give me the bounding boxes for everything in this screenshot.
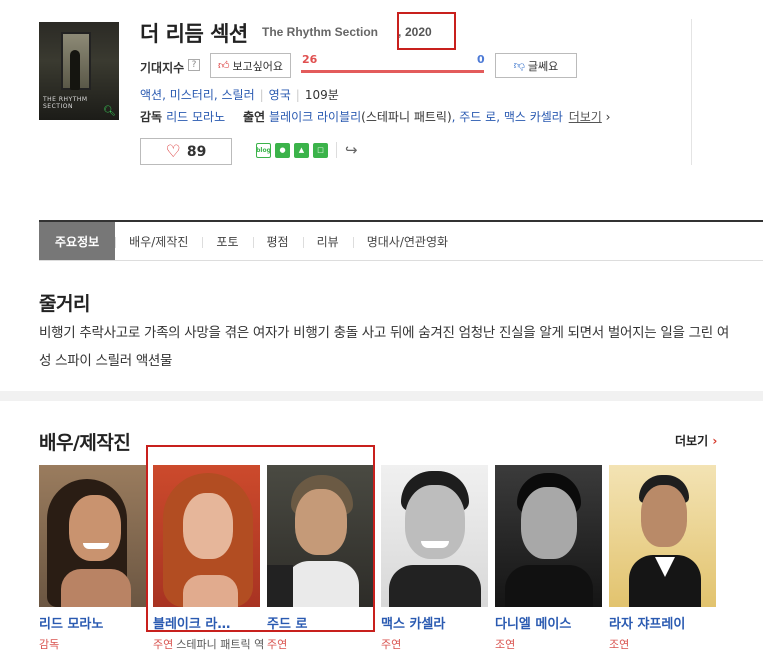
role-type: 감독 — [39, 638, 60, 651]
cast-name[interactable]: 다니엘 메이스 — [495, 613, 602, 632]
runtime: 109분 — [304, 88, 339, 102]
lead-role: (스테파니 패트릭) — [361, 110, 452, 124]
cast-role: 주연 — [381, 636, 488, 652]
cast-card[interactable]: 다니엘 메이스 조연 — [495, 465, 602, 652]
want-count: 26 — [302, 53, 318, 66]
zoom-icon[interactable]: 🔍︎ — [103, 106, 116, 117]
lead-actor-link[interactable]: 블레이크 라이블리 — [269, 110, 361, 124]
movie-title-english: The Rhythm Section — [262, 25, 379, 39]
tab-review[interactable]: 리뷰 — [302, 222, 353, 260]
movie-title-korean: 더 리듬 섹션 — [140, 22, 248, 46]
cast-section-title: 배우/제작진 — [39, 432, 131, 454]
cast-role: 조연 — [609, 636, 716, 652]
tab-rating[interactable]: 평점 — [252, 222, 303, 260]
band-share-icon[interactable]: ▲ — [294, 142, 309, 158]
divider: | — [259, 88, 264, 102]
header-divider — [691, 19, 692, 165]
cast-card[interactable]: 라자 쟈프레이 조연 — [609, 465, 716, 652]
role-type: 주연 — [153, 638, 174, 651]
like-count: 89 — [186, 143, 207, 160]
divider: | — [295, 88, 300, 102]
credits-line: 감독 리드 모라노 출연 블레이크 라이블리(스테파니 패트릭), 주드 로, 맥스… — [140, 108, 610, 125]
character-name: 스테파니 패트릭 역 — [176, 638, 265, 651]
tab-photo[interactable]: 포토 — [202, 222, 252, 260]
section-divider — [0, 391, 763, 401]
expect-ratio-bar — [301, 70, 484, 73]
cast-photo[interactable] — [39, 465, 146, 607]
cast-role: 주연 — [267, 636, 374, 652]
role-type: 조연 — [495, 638, 516, 651]
genre-line: 액션, 미스터리, 스릴러 | 영국 | 109분 — [140, 86, 339, 103]
other-actors[interactable]: , 주드 로, 맥스 카셀라 — [452, 110, 563, 124]
divider — [336, 142, 337, 158]
share-bar: blog ● ▲ □ ↪︎ — [256, 141, 358, 159]
cast-name[interactable]: 리드 모라노 — [39, 613, 146, 632]
thumbs-up-icon: 👍︎ — [217, 59, 230, 72]
cast-name[interactable]: 라자 쟈프레이 — [609, 613, 716, 632]
credits-more-link[interactable]: 더보기 — [569, 110, 602, 124]
cast-role: 주연 스테파니 패트릭 역 — [153, 636, 264, 652]
cast-name[interactable]: 맥스 카셀라 — [381, 613, 488, 632]
chevron-right-icon: › — [605, 110, 611, 124]
director-link[interactable]: 리드 모라노 — [166, 110, 225, 124]
cast-role: 조연 — [495, 636, 602, 652]
tab-quotes-related[interactable]: 명대사/연관영화 — [352, 222, 462, 260]
tab-cast-crew[interactable]: 배우/제작진 — [115, 222, 202, 260]
cast-photo[interactable] — [381, 465, 488, 607]
country[interactable]: 영국 — [269, 88, 291, 102]
synopsis-title: 줄거리 — [39, 293, 90, 315]
thumbs-down-icon: 👎︎ — [513, 59, 525, 72]
tab-main-info[interactable]: 주요정보 — [39, 222, 116, 260]
year-highlight-box — [397, 12, 456, 50]
cast-card[interactable]: 맥스 카셀라 주연 — [381, 465, 488, 652]
cast-label: 출연 — [242, 110, 266, 124]
like-button[interactable]: ♡ 89 — [140, 138, 232, 165]
memo-share-icon[interactable]: □ — [313, 142, 328, 158]
cast-highlight-box — [146, 445, 375, 632]
not-sure-button[interactable]: 👎︎ 글쎄요 — [495, 53, 577, 78]
cast-card[interactable]: 리드 모라노 감독 — [39, 465, 146, 652]
cast-more-label: 더보기 — [675, 434, 709, 448]
synopsis-text: 비행기 추락사고로 가족의 사망을 겪은 여자가 비행기 충돌 사고 뒤에 숨겨… — [39, 325, 729, 369]
cafe-share-icon[interactable]: ● — [275, 142, 290, 158]
want-to-see-label: 보고싶어요 — [232, 59, 284, 73]
share-icon[interactable]: ↪︎ — [345, 141, 358, 159]
poster-figure — [70, 50, 80, 90]
cast-role: 감독 — [39, 636, 146, 652]
cast-photo[interactable] — [495, 465, 602, 607]
cast-more-link[interactable]: 더보기 › — [675, 432, 717, 449]
help-icon[interactable]: ? — [188, 59, 200, 71]
genres[interactable]: 액션, 미스터리, 스릴러 — [140, 88, 255, 102]
chevron-right-icon: › — [712, 434, 718, 448]
role-type: 주연 — [381, 638, 402, 651]
cast-photo[interactable] — [609, 465, 716, 607]
expect-label: 기대지수 — [140, 61, 185, 75]
blog-share-icon[interactable]: blog — [256, 142, 271, 158]
want-to-see-button[interactable]: 👍︎ 보고싶어요 — [210, 53, 291, 78]
director-label: 감독 — [140, 110, 163, 124]
hate-count: 0 — [477, 53, 485, 66]
heart-icon: ♡ — [165, 141, 181, 162]
not-sure-label: 글쎄요 — [527, 59, 559, 73]
tab-bar: 주요정보 배우/제작진 포토 평점 리뷰 명대사/연관영화 — [39, 220, 763, 261]
movie-poster[interactable]: THE RHYTHM SECTION 🔍︎ — [39, 22, 119, 120]
role-type: 조연 — [609, 638, 630, 651]
role-type: 주연 — [267, 638, 288, 651]
